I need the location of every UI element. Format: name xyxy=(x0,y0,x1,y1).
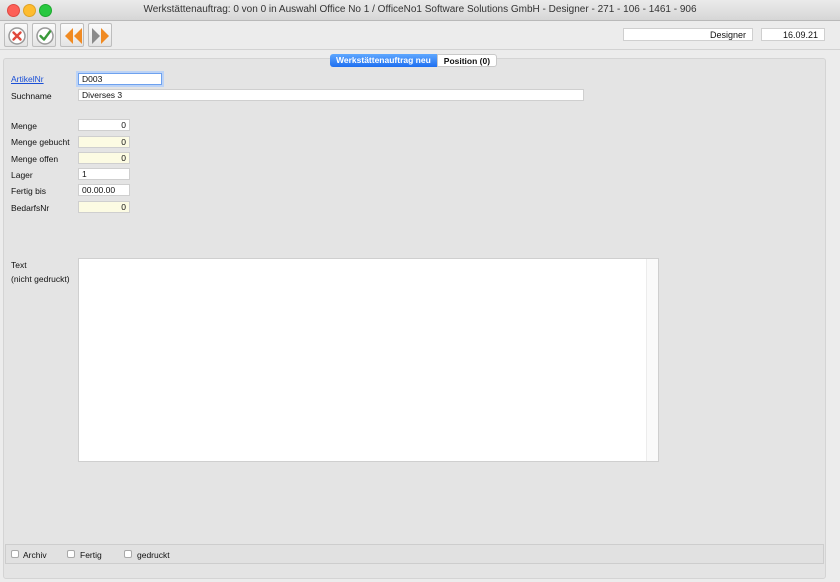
artikelnr-link[interactable]: ArtikelNr xyxy=(11,74,44,84)
text-label: Text xyxy=(11,260,27,270)
double-left-arrow-icon xyxy=(65,28,82,44)
menge-offen-field: 0 xyxy=(78,152,130,164)
menge-gebucht-label: Menge gebucht xyxy=(11,137,70,147)
archiv-label: Archiv xyxy=(23,550,47,560)
window-title: Werkstättenauftrag: 0 von 0 in Auswahl O… xyxy=(143,4,697,15)
suchname-input[interactable]: Diverses 3 xyxy=(78,89,584,101)
suchname-label: Suchname xyxy=(11,91,52,101)
archiv-checkbox[interactable] xyxy=(11,550,19,558)
title-bar: Werkstättenauftrag: 0 von 0 in Auswahl O… xyxy=(0,0,840,21)
tab-position[interactable]: Position (0) xyxy=(436,54,498,67)
next-button[interactable] xyxy=(88,23,112,47)
fertig-label: Fertig xyxy=(80,550,102,560)
text-area-scrollbar[interactable] xyxy=(646,259,658,461)
double-right-arrow-icon xyxy=(92,28,109,44)
lager-label: Lager xyxy=(11,170,33,180)
toolbar: Designer 16.09.21 xyxy=(0,21,840,50)
menge-gebucht-field: 0 xyxy=(78,136,130,148)
previous-button[interactable] xyxy=(60,23,84,47)
app-window: Werkstättenauftrag: 0 von 0 in Auswahl O… xyxy=(0,0,840,582)
lager-input[interactable]: 1 xyxy=(78,168,130,180)
menge-label: Menge xyxy=(11,121,37,131)
gedruckt-checkbox[interactable] xyxy=(124,550,132,558)
text-sublabel: (nicht gedruckt) xyxy=(11,274,70,284)
menge-offen-label: Menge offen xyxy=(11,154,59,164)
status-options-bar: Archiv Fertig gedruckt xyxy=(5,544,824,564)
text-area[interactable] xyxy=(78,258,659,462)
artikelnr-input[interactable]: D003 xyxy=(78,73,162,85)
user-field: Designer xyxy=(623,28,753,41)
cancel-button[interactable] xyxy=(4,23,28,47)
check-circle-icon xyxy=(36,27,54,45)
date-field: 16.09.21 xyxy=(761,28,825,41)
bedarfsnr-label: BedarfsNr xyxy=(11,203,50,213)
tab-bar: Werkstättenauftrag neu Position (0) xyxy=(330,54,498,67)
tab-werkstaettenauftrag-neu[interactable]: Werkstättenauftrag neu xyxy=(330,54,437,67)
fertig-bis-label: Fertig bis xyxy=(11,186,46,196)
x-circle-icon xyxy=(8,27,26,45)
gedruckt-label: gedruckt xyxy=(137,550,170,560)
fertig-checkbox[interactable] xyxy=(67,550,75,558)
menge-input[interactable]: 0 xyxy=(78,119,130,131)
fertig-bis-input[interactable]: 00.00.00 xyxy=(78,184,130,196)
bedarfsnr-field: 0 xyxy=(78,201,130,213)
confirm-button[interactable] xyxy=(32,23,56,47)
